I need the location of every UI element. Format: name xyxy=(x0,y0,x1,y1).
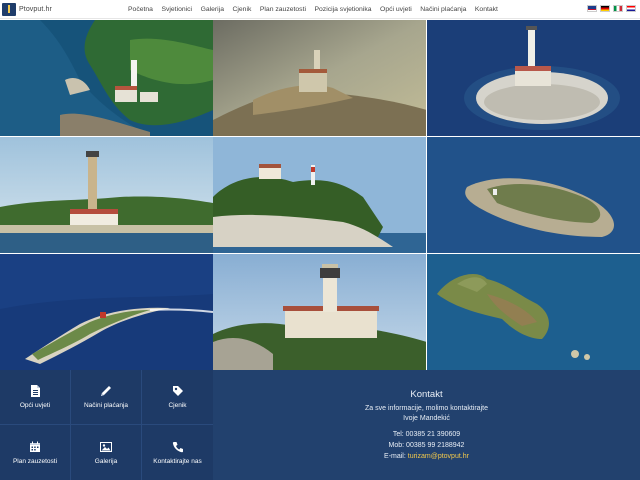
gallery-photo-3[interactable] xyxy=(427,20,640,136)
nav-item-opci-uvjeti[interactable]: Opći uvjeti xyxy=(380,6,412,13)
nav-item-svjetionici[interactable]: Svjetionici xyxy=(161,6,192,13)
quick-link-opci-uvjeti[interactable]: Opći uvjeti xyxy=(0,370,71,425)
nav-item-cjenik[interactable]: Cjenik xyxy=(232,6,251,13)
tag-icon xyxy=(172,386,183,396)
quick-link-label: Cjenik xyxy=(168,402,187,409)
nav-item-plan-zauzetosti[interactable]: Plan zauzetosti xyxy=(260,6,306,13)
contact-panel: Kontakt Za sve informacije, molimo konta… xyxy=(213,370,640,480)
language-switcher xyxy=(584,5,636,12)
gallery-photo-7[interactable] xyxy=(0,254,213,370)
croatia-flag-icon[interactable] xyxy=(626,5,636,12)
gallery-photo-8[interactable] xyxy=(213,254,426,370)
lighthouse-logo-icon xyxy=(2,3,16,16)
lighthouse-photo-grid xyxy=(0,20,640,370)
contact-mob: Mob: 00385 99 2188942 xyxy=(388,442,465,449)
nav-item-kontakt[interactable]: Kontakt xyxy=(475,6,498,13)
gallery-photo-1[interactable] xyxy=(0,20,213,136)
quick-link-cjenik[interactable]: Cjenik xyxy=(142,370,213,425)
contact-tel: Tel: 00385 21 390609 xyxy=(392,431,461,438)
germany-flag-icon[interactable] xyxy=(600,5,610,12)
quick-link-label: Plan zauzetosti xyxy=(12,457,58,465)
main-nav: Početna Svjetionici Galerija Cjenik Plan… xyxy=(128,0,506,19)
gallery-photo-5[interactable] xyxy=(213,137,426,253)
quick-link-plan-zauzetosti[interactable]: Plan zauzetosti xyxy=(0,425,71,480)
phone-icon xyxy=(172,441,183,452)
quick-links-panel: Opći uvjeti Načini plaćanja Cjenik Plan … xyxy=(0,370,213,480)
quick-link-label: Galerija xyxy=(94,457,118,465)
contact-title: Kontakt xyxy=(410,389,443,400)
quick-link-galerija[interactable]: Galerija xyxy=(71,425,142,480)
gallery-photo-9[interactable] xyxy=(427,254,640,370)
document-icon xyxy=(31,385,40,397)
contact-email-link[interactable]: turizam@ptovput.hr xyxy=(408,453,469,460)
gallery-photo-2[interactable] xyxy=(213,20,426,136)
contact-person: Ivoje Mandekić xyxy=(403,415,450,422)
italy-flag-icon[interactable] xyxy=(613,5,623,12)
image-icon xyxy=(100,441,112,452)
site-header: Ptovput.hr Početna Svjetionici Galerija … xyxy=(0,0,640,19)
nav-item-galerija[interactable]: Galerija xyxy=(201,6,224,13)
site-logo[interactable]: Ptovput.hr xyxy=(2,3,52,16)
contact-email-line: E-mail: turizam@ptovput.hr xyxy=(213,453,640,460)
nav-item-pocetna[interactable]: Početna xyxy=(128,6,153,13)
quick-link-label: Načini plaćanja xyxy=(83,402,129,409)
quick-link-label: Opći uvjeti xyxy=(19,402,51,409)
uk-flag-icon[interactable] xyxy=(587,5,597,12)
calendar-icon xyxy=(30,441,40,452)
site-logo-text: Ptovput.hr xyxy=(19,6,52,13)
contact-email-label: E-mail: xyxy=(384,453,408,460)
gallery-photo-6[interactable] xyxy=(427,137,640,253)
contact-intro: Za sve informacije, molimo kontaktirajte xyxy=(365,405,488,412)
quick-link-label: Kontaktirajte nas xyxy=(153,457,202,465)
quick-link-kontaktirajte-nas[interactable]: Kontaktirajte nas xyxy=(142,425,213,480)
gallery-photo-4[interactable] xyxy=(0,137,213,253)
quick-link-nacini-placanja[interactable]: Načini plaćanja xyxy=(71,370,142,425)
nav-item-pozicija-svjetionika[interactable]: Pozicija svjetionika xyxy=(314,6,371,13)
nav-item-nacini-placanja[interactable]: Načini plaćanja xyxy=(420,6,466,13)
pencil-icon xyxy=(101,386,111,396)
